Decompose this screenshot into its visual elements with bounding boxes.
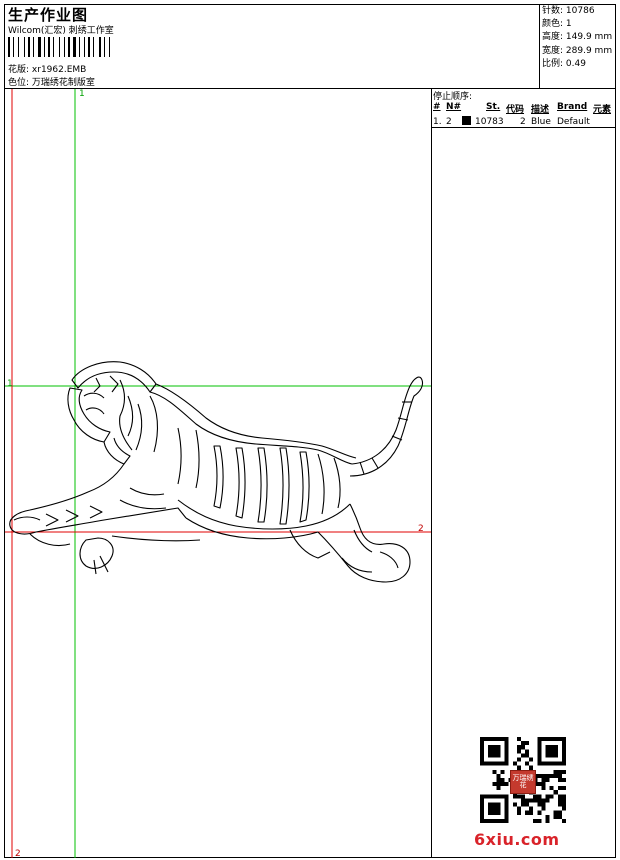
red-guide-right-label: 2 xyxy=(418,524,424,534)
design-canvas: 1 1 2 2 xyxy=(5,89,431,859)
red-seal-stamp: 万瑞绣花 xyxy=(510,770,536,794)
red-guide-bottom-label: 2 xyxy=(15,849,21,859)
tiger-embroidery-outline xyxy=(9,361,424,583)
green-guide-top-label: 1 xyxy=(79,89,85,99)
watermark-logo: 6xiu.com xyxy=(474,830,560,849)
green-guide-left-label: 1 xyxy=(7,379,13,389)
